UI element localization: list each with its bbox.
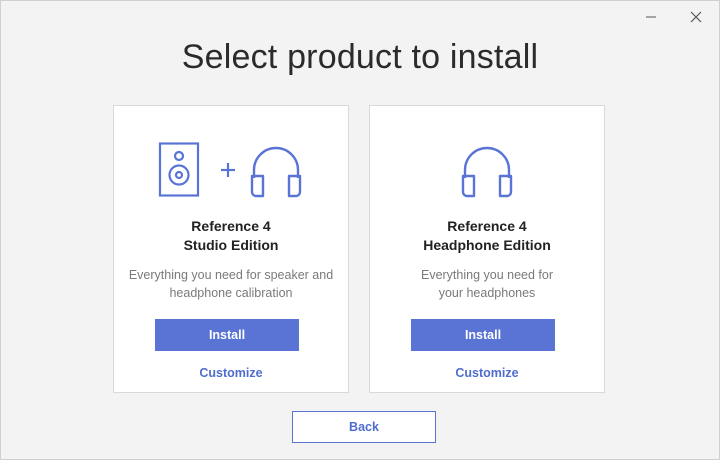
close-button[interactable] [683,5,709,29]
product-name-line1: Reference 4 [191,218,271,234]
close-icon [690,11,702,23]
product-description: Everything you need for your headphones [370,266,604,302]
speaker-icon [158,142,200,197]
product-card-studio: Reference 4 Studio Edition Everything yo… [113,105,349,393]
minimize-button[interactable] [638,5,664,29]
minimize-icon [646,16,656,18]
customize-studio-link[interactable]: Customize [114,366,348,380]
plus-icon [221,163,235,177]
product-description: Everything you need for speaker and head… [114,266,348,302]
product-name-line2: Studio Edition [183,237,279,253]
headphones-icon [461,146,513,198]
product-card-headphone: Reference 4 Headphone Edition Everything… [369,105,605,393]
product-description-line2: headphone calibration [169,286,293,300]
product-description-line1: Everything you need for speaker and [128,268,334,282]
install-headphone-button[interactable]: Install [411,319,555,351]
headphones-icon [250,146,302,198]
back-button[interactable]: Back [292,411,436,443]
product-name: Reference 4 Studio Edition [114,217,348,255]
product-description-line2: your headphones [438,286,536,300]
product-name-line2: Headphone Edition [423,237,551,253]
page-title: Select product to install [181,38,539,76]
installer-window: Select product to install Reference 4 St… [0,0,720,460]
customize-headphone-link[interactable]: Customize [370,366,604,380]
product-art [370,142,604,202]
product-art [114,142,348,202]
product-description-line1: Everything you need for [420,268,554,282]
product-name-line1: Reference 4 [447,218,527,234]
product-name: Reference 4 Headphone Edition [370,217,604,255]
install-studio-button[interactable]: Install [155,319,299,351]
